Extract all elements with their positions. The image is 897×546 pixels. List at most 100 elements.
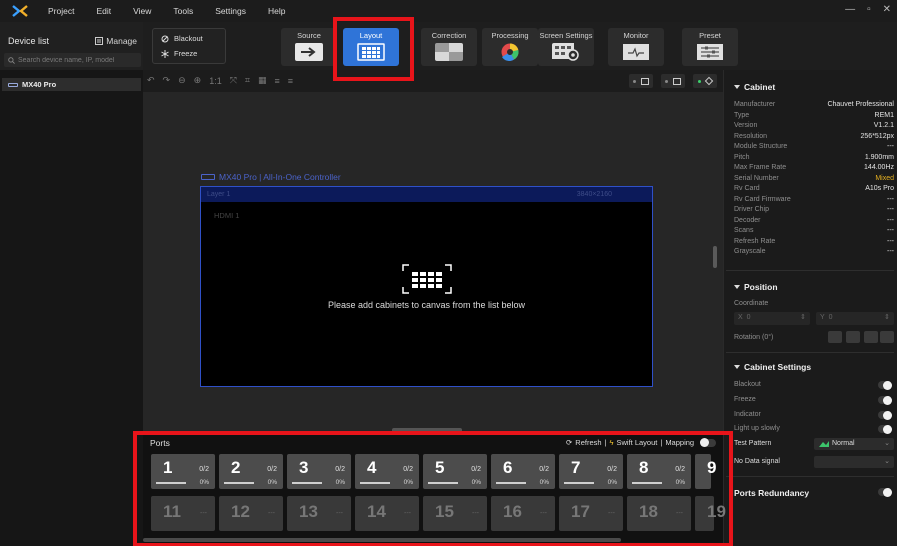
rotate-90-button[interactable] bbox=[846, 331, 860, 343]
cabinet-property-row: Rv Card Firmware --- bbox=[734, 196, 894, 203]
refresh-icon[interactable]: ⟳ bbox=[566, 438, 572, 447]
focus-icon[interactable]: ⌗ bbox=[245, 75, 250, 86]
y-coordinate-input[interactable]: Y 0 ⇕ bbox=[816, 312, 894, 325]
snowflake-icon bbox=[161, 49, 169, 58]
menu-settings[interactable]: Settings bbox=[215, 6, 246, 16]
screen-settings-button[interactable]: Screen Settings bbox=[538, 28, 594, 66]
port-card[interactable]: 2 0/2 0% bbox=[219, 454, 283, 489]
light-up-toggle[interactable] bbox=[878, 424, 892, 434]
rotate-180-button[interactable] bbox=[864, 331, 878, 343]
monitor-icon bbox=[623, 44, 649, 60]
coordinate-row: Coordinate bbox=[734, 300, 894, 307]
position-section-toggle[interactable]: Position bbox=[734, 282, 778, 292]
ports-horizontal-scrollbar[interactable] bbox=[143, 538, 621, 542]
maximize-icon[interactable]: ▫ bbox=[867, 4, 871, 15]
device-item-mx40-pro[interactable]: MX40 Pro bbox=[2, 78, 141, 91]
port-load-percent: 0% bbox=[539, 479, 549, 486]
menu-project[interactable]: Project bbox=[48, 6, 74, 16]
menu-edit[interactable]: Edit bbox=[96, 6, 111, 16]
manage-button[interactable]: Manage bbox=[95, 36, 137, 46]
x-coordinate-input[interactable]: X 0 ⇕ bbox=[734, 312, 810, 325]
layout-button[interactable]: Layout bbox=[343, 28, 399, 66]
cabinet-settings-section-toggle[interactable]: Cabinet Settings bbox=[734, 362, 811, 372]
layer-screen[interactable]: Layer 1 3840×2160 HDMI 1 Please add cabi… bbox=[200, 186, 653, 387]
minimize-icon[interactable]: — bbox=[845, 4, 855, 15]
layers-toggle[interactable] bbox=[693, 74, 717, 88]
port-number: 7 bbox=[571, 458, 581, 477]
preset-button[interactable]: Preset bbox=[682, 28, 738, 66]
monitor-button[interactable]: Monitor bbox=[608, 28, 664, 66]
redo-icon[interactable]: ↷ bbox=[163, 75, 171, 86]
lightning-icon: ϟ bbox=[609, 438, 614, 447]
port-card[interactable]: 6 0/2 0% bbox=[491, 454, 555, 489]
align-left-icon[interactable]: ≡ bbox=[275, 76, 280, 86]
menu-help[interactable]: Help bbox=[268, 6, 285, 16]
stepper-icon[interactable]: ⇕ bbox=[800, 313, 806, 321]
port-status: --- bbox=[268, 510, 275, 517]
port-card[interactable]: 3 0/2 0% bbox=[287, 454, 351, 489]
fit-icon[interactable]: ⤧ bbox=[230, 75, 237, 86]
port-cabinet-count: 0/2 bbox=[199, 466, 209, 473]
port-card-inactive[interactable]: 11 --- bbox=[151, 496, 215, 531]
cabinet-property-row: Module Structure --- bbox=[734, 143, 894, 150]
freeze-button[interactable]: Freeze bbox=[161, 49, 197, 58]
ports-redundancy-label: Ports Redundancy bbox=[734, 488, 810, 498]
no-data-signal-select[interactable]: ⌄ bbox=[814, 456, 894, 468]
property-label: Grayscale bbox=[734, 248, 766, 255]
screen-view-toggle[interactable] bbox=[661, 74, 685, 88]
property-value: Mixed bbox=[875, 174, 894, 182]
test-pattern-select[interactable]: Normal ⌄ bbox=[814, 438, 894, 450]
port-card[interactable]: 5 0/2 0% bbox=[423, 454, 487, 489]
menu-view[interactable]: View bbox=[133, 6, 151, 16]
port-card-inactive[interactable]: 18 --- bbox=[627, 496, 691, 531]
port-card[interactable]: 9 bbox=[695, 454, 716, 489]
grid-icon[interactable]: ▦ bbox=[258, 75, 267, 86]
port-card-inactive[interactable]: 16 --- bbox=[491, 496, 555, 531]
screen-settings-label: Screen Settings bbox=[539, 31, 593, 40]
port-card[interactable]: 1 0/2 0% bbox=[151, 454, 215, 489]
freeze-toggle[interactable] bbox=[878, 395, 892, 405]
layer-name: Layer 1 bbox=[207, 191, 231, 198]
port-card-inactive[interactable]: 19 bbox=[695, 496, 726, 531]
port-card[interactable]: 7 0/2 0% bbox=[559, 454, 623, 489]
port-card-inactive[interactable]: 12 --- bbox=[219, 496, 283, 531]
rotate-0-button[interactable] bbox=[828, 331, 842, 343]
refresh-button[interactable]: Refresh bbox=[575, 438, 601, 447]
port-card-inactive[interactable]: 17 --- bbox=[559, 496, 623, 531]
blackout-button[interactable]: Blackout bbox=[161, 34, 203, 43]
layer-resolution: 3840×2160 bbox=[576, 191, 612, 198]
stepper-icon[interactable]: ⇕ bbox=[884, 313, 890, 321]
port-card[interactable]: 8 0/2 0% bbox=[627, 454, 691, 489]
port-card-inactive[interactable]: 14 --- bbox=[355, 496, 419, 531]
controller-title-text: MX40 Pro | All-In-One Controller bbox=[219, 172, 341, 182]
zoom-in-icon[interactable]: ⊕ bbox=[194, 75, 202, 86]
port-card-inactive[interactable]: 15 --- bbox=[423, 496, 487, 531]
layer-header: Layer 1 3840×2160 bbox=[201, 187, 652, 202]
port-card[interactable]: 4 0/2 0% bbox=[355, 454, 419, 489]
rotate-270-button[interactable] bbox=[880, 331, 894, 343]
menu-tools[interactable]: Tools bbox=[173, 6, 193, 16]
device-search[interactable] bbox=[4, 53, 141, 67]
cabinet-section-toggle[interactable]: Cabinet bbox=[734, 82, 775, 92]
search-input[interactable] bbox=[18, 56, 138, 64]
blackout-toggle[interactable] bbox=[878, 380, 892, 390]
port-status: --- bbox=[540, 510, 547, 517]
port-card-inactive[interactable]: 13 --- bbox=[287, 496, 351, 531]
align-center-icon[interactable]: ≡ bbox=[288, 76, 293, 86]
ports-redundancy-toggle[interactable] bbox=[878, 487, 892, 497]
indicator-toggle[interactable] bbox=[878, 410, 892, 420]
undo-icon[interactable]: ↶ bbox=[147, 75, 155, 86]
property-value: 144.00Hz bbox=[864, 164, 894, 171]
mapping-toggle[interactable] bbox=[700, 438, 717, 447]
view-mode-toggle[interactable] bbox=[629, 74, 653, 88]
correction-button[interactable]: Correction bbox=[421, 28, 477, 66]
close-icon[interactable]: ✕ bbox=[883, 4, 891, 15]
actual-size-icon[interactable]: 1:1 bbox=[209, 76, 222, 86]
port-number: 3 bbox=[299, 458, 309, 477]
swift-layout-button[interactable]: Swift Layout bbox=[617, 438, 658, 447]
canvas-vertical-scrollbar[interactable] bbox=[713, 246, 717, 268]
controller-title: MX40 Pro | All-In-One Controller bbox=[201, 172, 341, 182]
source-button[interactable]: Source bbox=[281, 28, 337, 66]
processing-button[interactable]: Processing bbox=[482, 28, 538, 66]
zoom-out-icon[interactable]: ⊖ bbox=[178, 75, 186, 86]
